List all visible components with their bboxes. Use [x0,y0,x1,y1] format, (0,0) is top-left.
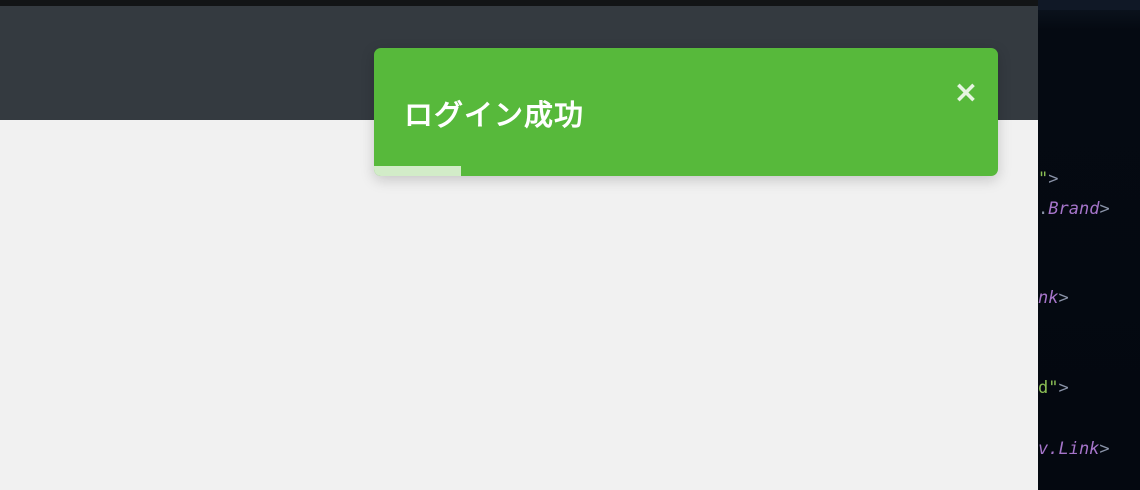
code-tag: Brand [1048,199,1100,219]
code-punct: > [1058,378,1069,398]
code-tag: v.Link [1038,439,1100,459]
code-line: v.Link> [1038,439,1110,459]
toast-progress-fill [374,166,462,176]
success-toast: ログイン成功 × [374,48,998,176]
toast-message: ログイン成功 [404,98,585,132]
code-editor-pane: "> .Brand> nk> d"> v.Link> [1038,0,1140,490]
close-icon[interactable]: × [948,74,984,110]
code-punct: > [1048,169,1059,189]
code-string: " [1038,169,1049,189]
code-punct: > [1099,199,1110,219]
code-punct: > [1099,439,1110,459]
code-line: .Brand> [1038,199,1110,219]
code-string: d" [1038,378,1059,398]
code-punct: . [1038,199,1049,219]
code-line: nk> [1038,288,1069,308]
code-line: "> [1038,169,1059,189]
code-punct: > [1058,288,1069,308]
code-line: d"> [1038,378,1069,398]
editor-top-bar [1038,0,1140,10]
toast-progress-bar [374,166,998,176]
code-tag: nk [1038,288,1059,308]
